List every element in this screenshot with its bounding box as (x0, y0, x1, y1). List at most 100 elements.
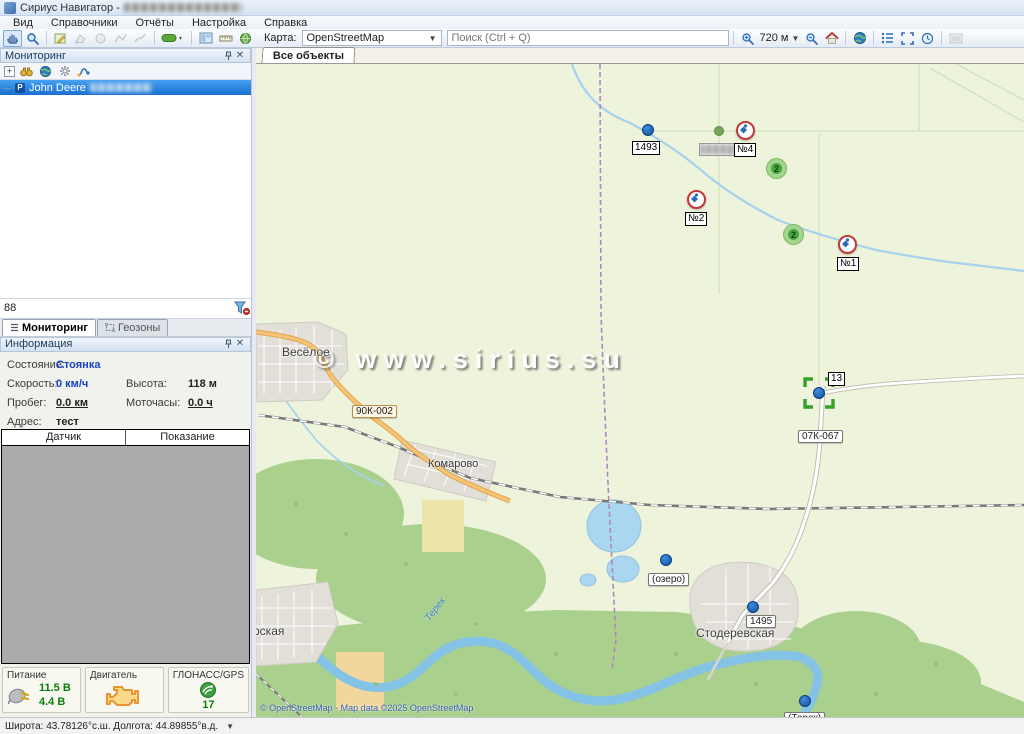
address-value: тест (56, 416, 79, 428)
settings-button[interactable] (57, 64, 72, 78)
close-icon[interactable]: ✕ (234, 50, 246, 62)
sensor-boxes: Питание 11.5 В 4.4 В Двиг (0, 664, 251, 717)
search-input[interactable] (447, 30, 729, 46)
zoom-out-button[interactable] (802, 30, 821, 47)
menu-help[interactable]: Справка (255, 17, 316, 29)
marker-label-13[interactable]: 13 (828, 372, 845, 386)
menu-reports[interactable]: Отчёты (127, 17, 183, 29)
tile-view-button[interactable] (196, 30, 215, 47)
list-icon (881, 32, 894, 44)
funnel-icon (233, 300, 251, 316)
edit-geozone-button[interactable] (51, 30, 70, 47)
marker-label-n2[interactable]: №2 (685, 212, 707, 226)
tab-monitoring-label: Мониторинг (22, 322, 88, 334)
expand-all-button[interactable]: + (4, 66, 15, 77)
cluster-marker-b[interactable]: 2 (784, 225, 803, 244)
panels-icon (199, 32, 213, 44)
value-column-header[interactable]: Показание (126, 430, 249, 445)
zoom-in-icon (741, 32, 754, 45)
place-label-komarovo: Комарово (428, 458, 478, 470)
small-globe-icon (39, 65, 52, 78)
menu-directories[interactable]: Справочники (42, 17, 127, 29)
ruler-button[interactable] (216, 30, 235, 47)
object-dot-green[interactable] (714, 126, 724, 136)
cut-polyline-button[interactable] (131, 30, 150, 47)
selected-vehicle-dot[interactable] (813, 387, 825, 399)
track-color-button[interactable] (159, 30, 187, 47)
legend-button[interactable] (878, 30, 897, 47)
sensor-table-header: Датчик Показание (1, 429, 250, 446)
show-on-map-button[interactable] (38, 64, 53, 78)
globe-button[interactable] (850, 30, 869, 47)
map-canvas[interactable]: © www.sirius.su Весёлое Комарово Стодере… (256, 64, 1024, 717)
hours-value[interactable]: 0.0 ч (188, 397, 251, 409)
road-badge-90k002: 90К-002 (352, 405, 397, 418)
edit-icon (54, 32, 67, 45)
tab-monitoring[interactable]: Мониторинг (2, 319, 96, 336)
poi-button[interactable] (236, 30, 255, 47)
vehicle-filter-input[interactable] (0, 299, 233, 317)
vehicle-row[interactable]: — P John Deere (0, 80, 251, 95)
add-polyline-button[interactable] (111, 30, 130, 47)
info-panel-header: Информация ✕ (0, 337, 251, 352)
geozones-tab-icon (105, 323, 115, 332)
add-circle-button[interactable] (91, 30, 110, 47)
mileage-value[interactable]: 0.0 км (56, 397, 126, 409)
tab-geozones[interactable]: Геозоны (97, 319, 168, 336)
sensor-column-header[interactable]: Датчик (2, 430, 126, 445)
vehicle-dot-1493[interactable] (642, 124, 654, 136)
statusbar-caret-icon[interactable]: ▼ (226, 722, 234, 731)
vehicle-tree: — P John Deere (0, 80, 251, 299)
menu-settings[interactable]: Настройка (183, 17, 255, 29)
track-button[interactable] (76, 64, 91, 78)
monitoring-toolbar: + (0, 63, 251, 80)
home-button[interactable] (822, 30, 841, 47)
ruler-icon (219, 32, 233, 44)
pump-marker-n1[interactable] (838, 235, 857, 254)
hours-label: Моточасы: (126, 397, 188, 409)
window-title: Сириус Навигатор - (20, 2, 120, 14)
history-button[interactable] (918, 30, 937, 47)
pump-marker-n2[interactable] (687, 190, 706, 209)
pin-icon[interactable] (222, 50, 234, 62)
scale-caret-icon[interactable]: ▼ (791, 34, 799, 43)
cluster-count: 2 (791, 230, 796, 240)
engine-box: Двигатель (85, 667, 164, 713)
fit-selection-button[interactable] (898, 30, 917, 47)
marker-label-n4[interactable]: №4 (734, 143, 756, 157)
gps-box: ГЛОНАСС/GPS 17 (168, 667, 249, 713)
monitoring-panel-title: Мониторинг (5, 50, 66, 62)
pan-tool-button[interactable] (3, 30, 22, 47)
statusbar: Широта: 43.78126°с.ш. Долгота: 44.89855°… (0, 717, 1024, 734)
add-polygon-button[interactable] (71, 30, 90, 47)
plug-icon (7, 684, 33, 706)
speed-value: 0 км/ч (56, 378, 126, 390)
pin-icon[interactable] (222, 338, 234, 350)
menubar: Вид Справочники Отчёты Настройка Справка (0, 16, 1024, 29)
minimap-button[interactable] (946, 30, 965, 47)
polygon-node-icon (74, 32, 87, 45)
height-value: 118 м (188, 378, 251, 390)
pump-marker-n4[interactable] (736, 121, 755, 140)
map-provider-select[interactable]: OpenStreetMap ▼ (302, 30, 442, 46)
binoculars-button[interactable] (19, 64, 34, 78)
lake-badge: (озеро) (648, 573, 689, 586)
map-tab-all-objects[interactable]: Все объекты (261, 47, 355, 63)
zoom-tool-button[interactable] (23, 30, 42, 47)
close-icon[interactable]: ✕ (234, 338, 246, 350)
marker-label-n1[interactable]: №1 (837, 257, 859, 271)
filter-button[interactable] (233, 300, 251, 316)
zoom-in-button[interactable] (738, 30, 757, 47)
menu-view[interactable]: Вид (4, 17, 42, 29)
cluster-marker-a[interactable]: 2 (767, 159, 786, 178)
cluster-count: 2 (774, 164, 779, 174)
object-dot-terek[interactable] (799, 695, 811, 707)
object-dot-lake[interactable] (660, 554, 672, 566)
circle-shape-icon (94, 32, 107, 45)
road-badge-1495: 1495 (746, 615, 776, 628)
binoculars-icon (20, 66, 33, 77)
object-dot-stoderevskaya[interactable] (747, 601, 759, 613)
map-scale-value[interactable]: 720 м (760, 32, 789, 44)
marker-label-1493[interactable]: 1493 (632, 141, 660, 155)
hand-icon (6, 32, 19, 45)
